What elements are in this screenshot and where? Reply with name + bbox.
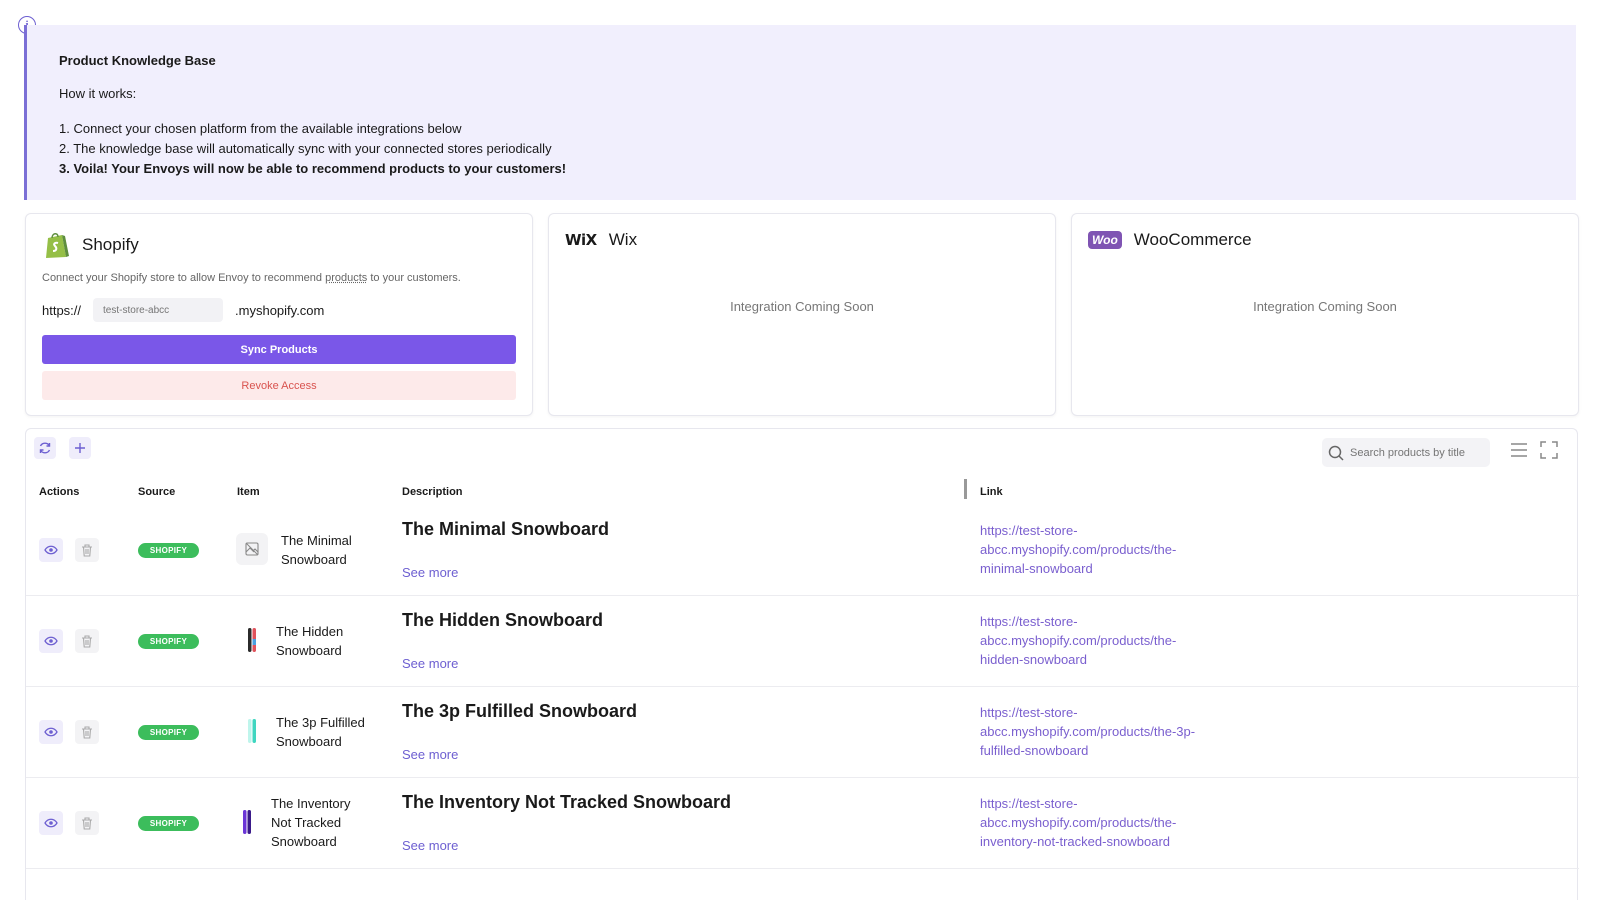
table-row: SHOPIFY The Hidden Snowboard The Hidden … bbox=[26, 596, 1579, 687]
wix-status: Integration Coming Soon bbox=[730, 299, 874, 314]
item-name: The Minimal Snowboard bbox=[281, 533, 352, 567]
view-icon[interactable] bbox=[39, 629, 63, 653]
shopify-title: Shopify bbox=[82, 235, 139, 254]
columns-menu-icon[interactable] bbox=[1510, 442, 1528, 458]
snowboard-image-icon bbox=[236, 624, 268, 656]
sync-products-button[interactable]: Sync Products bbox=[42, 335, 516, 364]
woocommerce-logo-icon: Woo bbox=[1088, 231, 1122, 249]
view-icon[interactable] bbox=[39, 538, 63, 562]
search-box bbox=[1322, 438, 1490, 467]
wix-integration-card: WiX Wix Integration Coming Soon bbox=[548, 213, 1056, 416]
see-more-link[interactable]: See more bbox=[402, 747, 458, 762]
source-badge: SHOPIFY bbox=[138, 816, 199, 831]
delete-icon[interactable] bbox=[75, 811, 99, 835]
description-title: The Inventory Not Tracked Snowboard bbox=[402, 792, 732, 812]
table-row: SHOPIFY The Minimal Snowboard The Minima… bbox=[26, 505, 1579, 596]
description-title: The Hidden Snowboard bbox=[402, 610, 603, 630]
source-badge: SHOPIFY bbox=[138, 725, 199, 740]
product-link[interactable]: https://test-store-abcc.myshopify.com/pr… bbox=[980, 521, 1210, 578]
table-row: SHOPIFY The 3p Fulfilled Snowboard The 3… bbox=[26, 687, 1579, 778]
source-badge: SHOPIFY bbox=[138, 634, 199, 649]
woocommerce-status: Integration Coming Soon bbox=[1253, 299, 1397, 314]
woocommerce-title: WooCommerce bbox=[1133, 230, 1252, 249]
fullscreen-icon[interactable] bbox=[1540, 441, 1558, 459]
product-image-placeholder-icon bbox=[236, 533, 268, 565]
column-header-item[interactable]: Item bbox=[237, 486, 260, 498]
add-icon[interactable] bbox=[69, 437, 91, 459]
column-header-description[interactable]: Description bbox=[402, 486, 463, 498]
wix-title: Wix bbox=[608, 230, 638, 249]
column-header-link[interactable]: Link bbox=[980, 486, 1003, 498]
product-link[interactable]: https://test-store-abcc.myshopify.com/pr… bbox=[980, 794, 1210, 851]
url-prefix: https:// bbox=[42, 302, 82, 318]
delete-icon[interactable] bbox=[75, 538, 99, 562]
delete-icon[interactable] bbox=[75, 720, 99, 744]
banner-step-1: 1. Connect your chosen platform from the… bbox=[59, 121, 462, 136]
description-title: The 3p Fulfilled Snowboard bbox=[402, 701, 638, 721]
search-icon bbox=[1328, 445, 1344, 461]
description-title: The Minimal Snowboard bbox=[402, 519, 610, 539]
shopify-integration-card: Shopify Connect your Shopify store to al… bbox=[25, 213, 533, 416]
delete-icon[interactable] bbox=[75, 629, 99, 653]
item-name: The Inventory Not Tracked Snowboard bbox=[271, 796, 351, 849]
shopify-logo-icon bbox=[46, 233, 69, 258]
banner-step-3: 3. Voila! Your Envoys will now be able t… bbox=[59, 161, 567, 176]
banner-step-2: 2. The knowledge base will automatically… bbox=[59, 141, 552, 156]
item-name: The Hidden Snowboard bbox=[276, 624, 344, 658]
how-it-works-banner: Product Knowledge Base How it works: 1. … bbox=[24, 25, 1576, 200]
banner-title: Product Knowledge Base bbox=[59, 53, 216, 68]
products-table: Actions Source Item Description Link SHO… bbox=[25, 428, 1579, 900]
column-header-source[interactable]: Source bbox=[138, 486, 175, 498]
refresh-icon[interactable] bbox=[34, 437, 56, 459]
column-resize-handle[interactable] bbox=[964, 479, 967, 499]
see-more-link[interactable]: See more bbox=[402, 838, 458, 853]
snowboard-image-icon bbox=[231, 806, 263, 838]
revoke-access-button[interactable]: Revoke Access bbox=[42, 371, 516, 400]
woocommerce-integration-card: Woo WooCommerce Integration Coming Soon bbox=[1071, 213, 1579, 416]
view-icon[interactable] bbox=[39, 811, 63, 835]
store-url-row: https:// .myshopify.com bbox=[42, 298, 324, 322]
product-link[interactable]: https://test-store-abcc.myshopify.com/pr… bbox=[980, 703, 1210, 760]
item-name: The 3p Fulfilled Snowboard bbox=[276, 715, 365, 749]
column-header-actions[interactable]: Actions bbox=[39, 486, 79, 498]
see-more-link[interactable]: See more bbox=[402, 565, 458, 580]
url-suffix: .myshopify.com bbox=[235, 302, 325, 318]
shopify-description: Connect your Shopify store to allow Envo… bbox=[42, 272, 461, 284]
store-name-input[interactable] bbox=[93, 298, 224, 322]
view-icon[interactable] bbox=[39, 720, 63, 744]
banner-subtitle: How it works: bbox=[59, 86, 137, 101]
product-link[interactable]: https://test-store-abcc.myshopify.com/pr… bbox=[980, 612, 1210, 669]
table-row: SHOPIFY The Inventory Not Tracked Snowbo… bbox=[26, 778, 1579, 869]
see-more-link[interactable]: See more bbox=[402, 656, 458, 671]
source-badge: SHOPIFY bbox=[138, 543, 199, 558]
search-input[interactable] bbox=[1350, 446, 1490, 459]
snowboard-image-icon bbox=[236, 715, 268, 747]
wix-logo-icon: WiX bbox=[565, 231, 597, 249]
